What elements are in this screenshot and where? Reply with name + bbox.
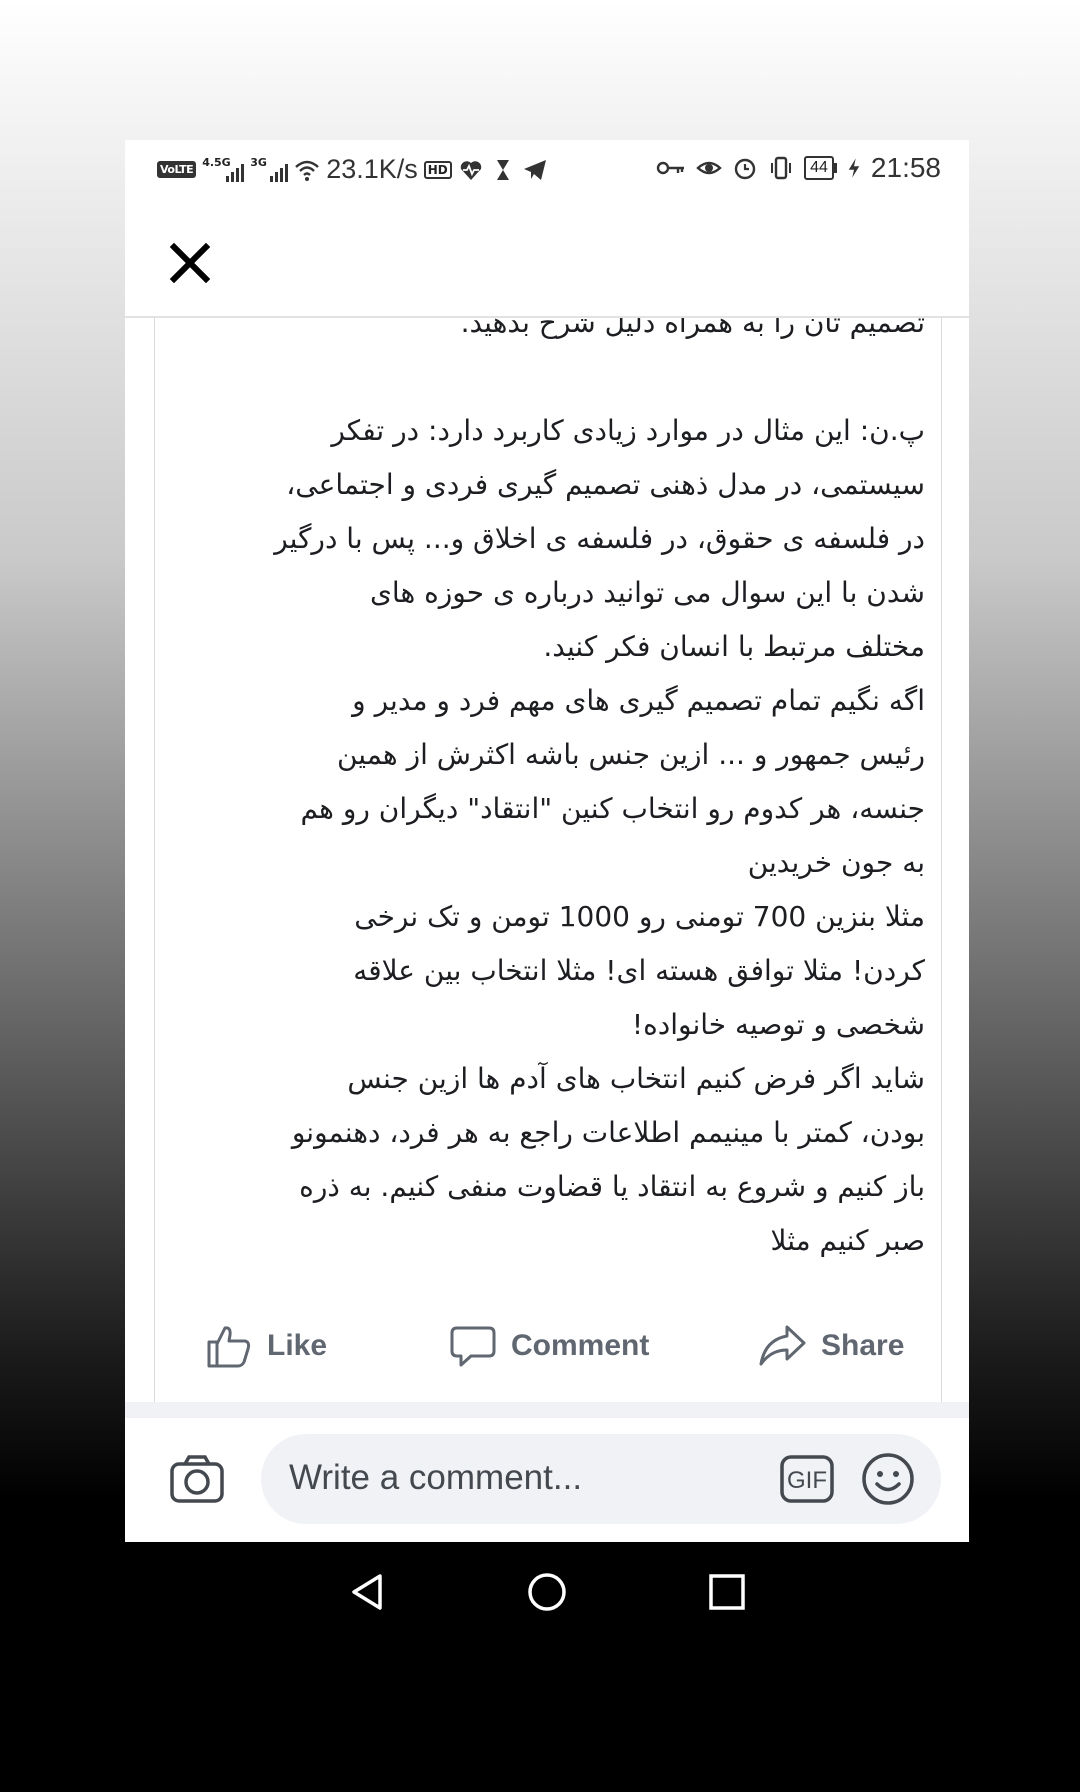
- battery-level: 44: [804, 156, 834, 180]
- vibrate-icon: [771, 156, 792, 180]
- signal-1-icon: 4.5G: [202, 156, 245, 184]
- camera-icon: [170, 1455, 224, 1503]
- comment-placeholder: Write a comment...: [289, 1458, 583, 1497]
- post-line: بودن، کمتر با مینیمم اطلاعات راجع به هر …: [291, 1116, 925, 1149]
- post-line: شاید اگر فرض کنیم انتخاب های آدم ها ازین…: [347, 1062, 925, 1095]
- network-type-2: 3G: [250, 155, 267, 169]
- gif-label: GIF: [787, 1467, 827, 1494]
- post-line: پ.ن: این مثال در موارد زیادی کاربرد دارد…: [331, 414, 925, 447]
- post-line: به جون خریدین: [747, 846, 925, 879]
- post-line: کردن! مثلا توافق هسته ای! مثلا انتخاب بی…: [353, 954, 925, 987]
- clock: 21:58: [870, 152, 941, 183]
- post-line: صبر کنیم مثلا: [770, 1224, 926, 1257]
- post-card: تصمیم تان را به همراه دلیل شرح بدهید. پ.ن…: [154, 318, 942, 1439]
- status-bar: VoLTE 4.5G 3G 23.1K/s HD 44 21:58: [125, 140, 969, 198]
- comment-bar: Write a comment... GIF: [125, 1418, 969, 1536]
- volte-badge: VoLTE: [157, 161, 197, 178]
- hd-badge: HD: [423, 160, 452, 179]
- health-heart-icon: [460, 160, 482, 180]
- charging-bolt-icon: [848, 158, 860, 178]
- gif-button[interactable]: GIF: [779, 1454, 835, 1504]
- back-button[interactable]: [348, 1572, 388, 1612]
- like-button[interactable]: Like: [205, 1322, 327, 1370]
- back-triangle-icon: [352, 1574, 382, 1610]
- post-line: مثلا بنزین 700 تومنی رو 1000 تومن و تک ن…: [354, 900, 925, 933]
- comment-input[interactable]: Write a comment... GIF: [261, 1434, 941, 1524]
- home-button[interactable]: [527, 1572, 567, 1612]
- status-right-group: 44 21:58: [656, 152, 941, 184]
- eye-icon: [696, 161, 722, 175]
- section-divider: [125, 1402, 969, 1418]
- speech-bubble-icon: [450, 1326, 496, 1367]
- camera-button[interactable]: [169, 1454, 225, 1504]
- recents-button[interactable]: [707, 1572, 747, 1612]
- post-line: شدن با این سوال می توانید درباره ی حوزه …: [370, 576, 925, 609]
- post-line: شخصی و توصیه خانواده!: [631, 1008, 925, 1041]
- close-icon: [170, 243, 210, 283]
- emoji-button[interactable]: [861, 1452, 915, 1506]
- key-icon: [656, 161, 685, 175]
- smiley-icon: [862, 1453, 914, 1505]
- hourglass-icon: [496, 159, 509, 180]
- post-line: باز کنیم و شروع به انتقاد یا قضاوت منفی …: [299, 1170, 925, 1203]
- post-text: تصمیم تان را به همراه دلیل شرح بدهید. پ.ن…: [185, 318, 925, 1268]
- post-line: سیستمی، در مدل ذهنی تصمیم گیری فردی و اج…: [286, 468, 925, 501]
- close-button[interactable]: [167, 240, 213, 286]
- comment-label: Comment: [511, 1329, 650, 1362]
- like-label: Like: [267, 1329, 328, 1362]
- thumbs-up-icon: [207, 1326, 251, 1368]
- signal-2-icon: 3G: [250, 155, 289, 184]
- battery-icon: 44: [804, 156, 837, 180]
- wifi-icon: [295, 160, 319, 181]
- home-circle-icon: [528, 1573, 566, 1611]
- post-line: در فلسفه ی حقوق، در فلسفه ی اخلاق و... پ…: [274, 522, 925, 555]
- post-line: جنسه، هر کدوم رو انتخاب کنین "انتقاد" دی…: [300, 792, 925, 825]
- post-line: مختلف مرتبط با انسان فکر کنید.: [543, 630, 925, 663]
- share-arrow-icon: [759, 1325, 806, 1366]
- share-label: Share: [821, 1329, 905, 1362]
- post-line: [185, 350, 925, 404]
- post-line: اگه نگیم تمام تصمیم گیری های مهم فرد و م…: [352, 684, 925, 717]
- status-left-group: VoLTE 4.5G 3G 23.1K/s HD: [157, 154, 548, 185]
- post-actions: Like Comment Share: [125, 1312, 969, 1392]
- post-line: رئیس جمهور و ... ازین جنس باشه اکثرش از …: [336, 738, 925, 771]
- post-line: تصمیم تان را به همراه دلیل شرح بدهید.: [460, 318, 925, 339]
- network-speed: 23.1K/s: [326, 154, 418, 184]
- recents-square-icon: [709, 1574, 745, 1610]
- system-nav-bar: [125, 1542, 969, 1641]
- telegram-icon: [523, 159, 546, 180]
- share-button[interactable]: Share: [757, 1322, 904, 1370]
- comment-button[interactable]: Comment: [449, 1322, 649, 1370]
- alarm-icon: [734, 158, 756, 180]
- gif-icon: GIF: [780, 1455, 834, 1503]
- phone-screen: VoLTE 4.5G 3G 23.1K/s HD 44 21:58 تصمیم …: [125, 140, 969, 1641]
